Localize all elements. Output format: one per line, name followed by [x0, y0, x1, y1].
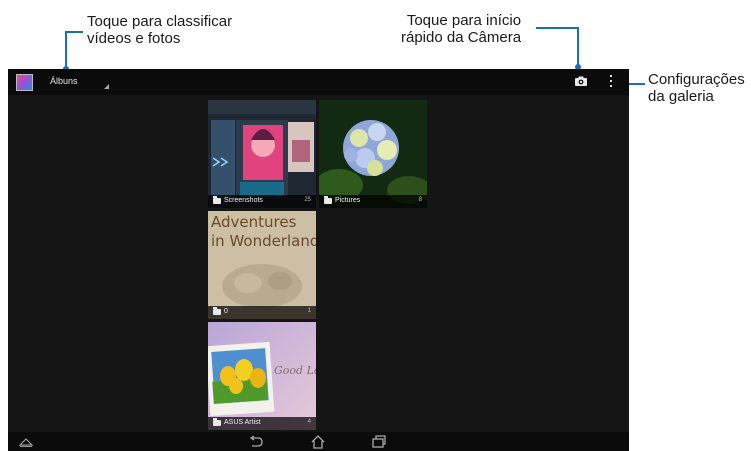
album-0-cover-text: Adventures in Wonderland: [211, 213, 316, 250]
callout-camera-line-vertical: [577, 27, 579, 66]
album-count: 1: [307, 308, 311, 314]
callout-sort-line-vertical: [65, 31, 67, 69]
album-count: 8: [418, 197, 422, 203]
action-bar: Álbuns: [8, 69, 629, 95]
album-screenshots-footer: Screenshots 25: [208, 195, 316, 208]
album-asus-artist-footer: ASUS Artist 4: [208, 417, 316, 430]
album-pictures[interactable]: Pictures 8: [319, 100, 427, 208]
overflow-menu-icon[interactable]: [609, 75, 613, 89]
album-name: ASUS Artist: [224, 419, 261, 426]
album-name: Pictures: [335, 197, 361, 204]
album-count: 25: [304, 197, 311, 203]
album-pictures-cover: [319, 100, 427, 208]
albums-dropdown-label[interactable]: Álbuns: [50, 76, 78, 86]
chevron-up-icon[interactable]: [18, 434, 34, 449]
gallery-screen: Álbuns Screenshots 25 Pictures 8 Adventu…: [8, 69, 629, 451]
callout-sort-line: [65, 31, 83, 33]
dropdown-indicator-icon[interactable]: [104, 84, 109, 89]
album-pictures-footer: Pictures 8: [319, 195, 427, 208]
callout-camera: Toque para início rápido da Câmera: [401, 12, 522, 46]
camera-icon[interactable]: [574, 74, 588, 88]
folder-icon: [213, 307, 221, 315]
album-name: 0: [224, 308, 228, 315]
album-0[interactable]: Adventures in Wonderland 0 1: [208, 211, 316, 319]
album-count: 4: [307, 419, 311, 425]
album-asus-artist[interactable]: Good Lo ASUS Artist 4: [208, 322, 316, 430]
back-icon[interactable]: [248, 434, 264, 449]
recent-apps-icon[interactable]: [371, 434, 387, 449]
callout-sort: Toque para classificar vídeos e fotos: [87, 13, 233, 47]
album-asus-artist-cover-text: Good Lo: [274, 364, 316, 377]
album-0-footer: 0 1: [208, 306, 316, 319]
album-screenshots-cover: [208, 100, 316, 208]
folder-icon: [213, 418, 221, 426]
folder-icon: [213, 196, 221, 204]
album-name: Screenshots: [224, 197, 263, 204]
album-screenshots[interactable]: Screenshots 25: [208, 100, 316, 208]
folder-icon: [324, 196, 332, 204]
gallery-app-icon[interactable]: [16, 74, 33, 91]
callout-settings: Configurações da galeria: [648, 71, 745, 105]
callout-camera-line: [536, 27, 579, 29]
system-nav-bar: [8, 432, 629, 451]
home-icon[interactable]: [310, 434, 326, 449]
